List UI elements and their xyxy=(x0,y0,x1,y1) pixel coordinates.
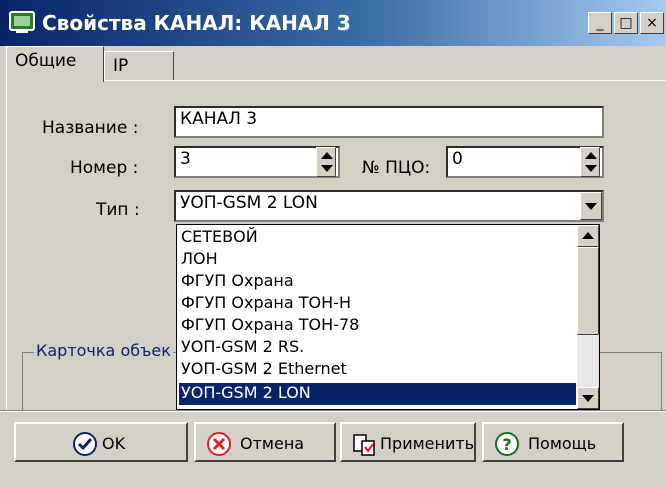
dropdown-option[interactable]: УОП-GSM 2 RS. xyxy=(181,337,304,356)
type-combobox[interactable]: УОП-GSM 2 LON xyxy=(174,190,604,222)
number-label: Номер : xyxy=(70,158,139,178)
card-groupbox-label: Карточка объек xyxy=(34,341,173,360)
dropdown-option[interactable]: ЛОН xyxy=(181,249,218,268)
tab-general[interactable]: Общие xyxy=(6,46,104,82)
dropdown-option-selected[interactable]: УОП-GSM 2 LON xyxy=(179,383,576,405)
pco-spinner[interactable] xyxy=(580,147,600,177)
dropdown-option[interactable]: ФГУП Охрана ТОН-78 xyxy=(181,315,359,334)
help-label: Помощь xyxy=(528,434,597,453)
scroll-down-icon[interactable] xyxy=(577,387,599,409)
scroll-up-icon[interactable] xyxy=(577,225,599,247)
ok-label: OK xyxy=(102,434,126,453)
window-title: Свойства КАНАЛ: КАНАЛ 3 xyxy=(42,11,351,35)
tab-general-label: Общие xyxy=(15,51,77,71)
title-bar[interactable]: Свойства КАНАЛ: КАНАЛ 3 _ □ × xyxy=(0,0,666,46)
name-field[interactable]: КАНАЛ 3 xyxy=(174,106,604,138)
dropdown-option[interactable]: ФГУП Охрана ТОН-Н xyxy=(181,293,351,312)
svg-text:?: ? xyxy=(502,435,511,454)
ok-button[interactable]: OK xyxy=(14,422,188,462)
number-spinner[interactable] xyxy=(316,147,336,177)
scroll-thumb[interactable] xyxy=(577,247,599,335)
type-dropdown-list[interactable]: СЕТЕВОЙ ЛОН ФГУП Охрана ФГУП Охрана ТОН-… xyxy=(176,224,600,410)
tab-ip-label: IP xyxy=(113,56,129,76)
question-circle-icon: ? xyxy=(495,432,519,456)
type-label: Тип : xyxy=(96,200,140,220)
properties-window: Свойства КАНАЛ: КАНАЛ 3 _ □ × Общие IP Н… xyxy=(0,0,666,488)
separator xyxy=(0,410,666,412)
pco-label: № ПЦО: xyxy=(362,158,431,178)
apply-button[interactable]: Применить xyxy=(340,422,476,462)
tab-ip[interactable]: IP xyxy=(104,51,174,81)
help-button[interactable]: ? Помощь xyxy=(482,422,624,462)
apply-document-icon xyxy=(353,434,375,456)
dropdown-option[interactable]: СЕТЕВОЙ xyxy=(181,227,258,246)
maximize-button[interactable]: □ xyxy=(614,12,638,34)
apply-label: Применить xyxy=(380,434,475,453)
dropdown-option[interactable]: ФГУП Охрана xyxy=(181,271,294,290)
dropdown-option[interactable]: УОП-GSM 2 Ethernet xyxy=(181,359,347,378)
cancel-button[interactable]: Отмена xyxy=(194,422,336,462)
window-app-icon xyxy=(9,11,35,33)
check-circle-icon xyxy=(73,432,97,456)
close-button[interactable]: × xyxy=(640,12,664,34)
type-dropdown-button[interactable] xyxy=(580,192,602,220)
x-circle-icon xyxy=(207,432,231,456)
minimize-button[interactable]: _ xyxy=(588,12,612,34)
dropdown-scrollbar[interactable] xyxy=(577,225,599,409)
cancel-label: Отмена xyxy=(240,434,305,453)
name-label: Название : xyxy=(42,118,139,138)
